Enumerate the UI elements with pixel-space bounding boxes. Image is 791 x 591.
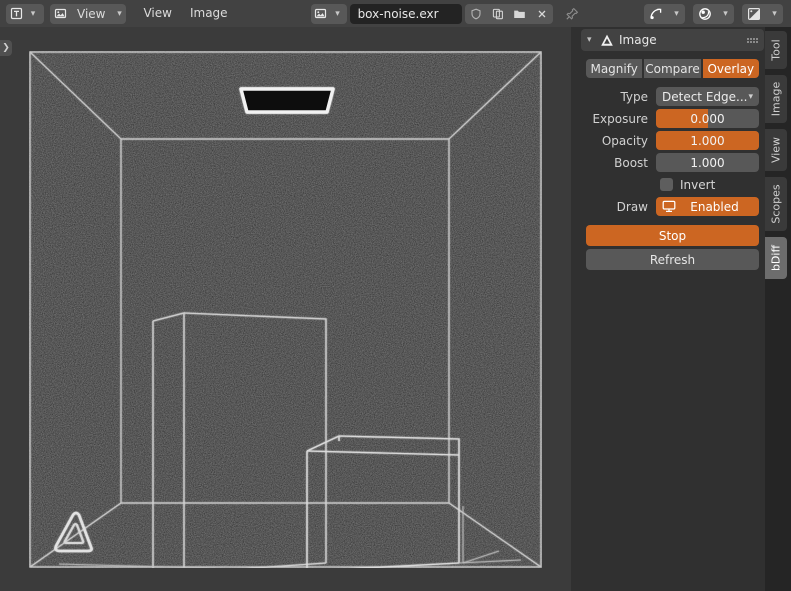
panel-title: Image [619, 33, 657, 47]
image-slot-toggle[interactable] [693, 3, 717, 24]
editor-header: ▾ View ▾ View Image ▾ box-noise.exr ▾ ▾ … [0, 0, 791, 27]
ceiling-light [239, 87, 335, 114]
exposure-row: Exposure 0.000 [586, 109, 759, 128]
editor-mode-label: View [77, 6, 106, 21]
pin-icon [565, 7, 578, 20]
draw-toggle[interactable]: Enabled [656, 197, 759, 216]
chevron-right-icon[interactable]: ❯ [0, 40, 12, 56]
vtab-image[interactable]: Image [765, 75, 787, 123]
menu-view[interactable]: View [134, 0, 180, 27]
vtab-view-label: View [769, 136, 783, 164]
chevron-down-icon: ▾ [30, 8, 36, 19]
opacity-row: Opacity 1.000 [586, 131, 759, 150]
display-channels-toggle[interactable] [644, 3, 668, 24]
draw-row: Draw Enabled [586, 197, 759, 216]
chevron-down-icon: ▾ [335, 8, 340, 19]
type-row: Type Detect Edge... ▾ [586, 87, 759, 106]
shield-icon [471, 8, 481, 19]
image-slot-chevron[interactable]: ▾ [717, 3, 734, 24]
image-canvas-area[interactable]: ❯ [0, 27, 571, 591]
image-datablock-icon [311, 4, 331, 24]
image-datablock-browse[interactable]: ▾ [310, 3, 347, 24]
opacity-slider[interactable]: 1.000 [656, 131, 759, 150]
vtab-tool-label: Tool [769, 39, 783, 61]
chevron-down-icon: ▾ [748, 91, 753, 102]
drag-grip-icon[interactable] [747, 37, 758, 43]
type-value: Detect Edge... [662, 89, 748, 104]
chevron-down-icon[interactable]: ▾ [587, 35, 600, 45]
stop-button[interactable]: Stop [586, 225, 759, 246]
color-management-icon [699, 7, 711, 20]
draw-label: Draw [616, 199, 648, 214]
image-panel: ▾ Image Magnify Compare Overlay Type Det… [581, 29, 764, 270]
vtab-bdiff-label: bDiff [769, 244, 783, 272]
monitor-icon [662, 200, 676, 213]
fake-user-button[interactable] [464, 3, 487, 24]
edge-detect-render [29, 51, 542, 568]
close-x-icon [538, 10, 546, 17]
invert-label: Invert [680, 177, 716, 192]
chevron-down-icon: ▾ [117, 8, 122, 19]
vtab-scopes-label: Scopes [769, 184, 783, 224]
editor-type-selector[interactable]: ▾ [6, 3, 44, 24]
refresh-button[interactable]: Refresh [586, 249, 759, 270]
panel-body: Magnify Compare Overlay Type Detect Edge… [581, 51, 764, 270]
boost-row: Boost 1.000 [586, 153, 759, 172]
editor-mode-selector[interactable]: View ▾ [50, 3, 127, 24]
exposure-slider[interactable]: 0.000 [656, 109, 759, 128]
unlink-image-button[interactable] [530, 3, 553, 24]
invert-checkbox[interactable] [660, 178, 673, 191]
menu-image[interactable]: Image [181, 0, 237, 27]
overlay-chevron[interactable]: ▾ [766, 3, 783, 24]
tab-magnify[interactable]: Magnify [586, 59, 643, 78]
sidebar: ▾ Image Magnify Compare Overlay Type Det… [571, 27, 791, 591]
exposure-label: Exposure [592, 111, 648, 126]
boost-value: 1.000 [690, 155, 725, 170]
open-image-button[interactable] [508, 3, 531, 24]
uv-image-editor-icon [6, 4, 26, 24]
chevron-down-icon: ▾ [674, 8, 679, 19]
display-channels-chevron[interactable]: ▾ [668, 3, 685, 24]
overlay-toggle[interactable] [742, 3, 766, 24]
chevron-down-icon: ▾ [723, 8, 728, 19]
opacity-value: 1.000 [690, 133, 725, 148]
rendered-image [29, 51, 542, 568]
opacity-label: Opacity [601, 133, 648, 148]
pin-button[interactable] [563, 7, 581, 21]
mode-tabs: Magnify Compare Overlay [586, 59, 759, 78]
sidebar-category-tabs: Tool Image View Scopes bDiff [765, 27, 791, 591]
invert-row[interactable]: Invert [586, 175, 759, 194]
boost-slider[interactable]: 1.000 [656, 153, 759, 172]
type-dropdown[interactable]: Detect Edge... ▾ [656, 87, 759, 106]
vtab-view[interactable]: View [765, 129, 787, 171]
chevron-down-icon: ▾ [772, 8, 777, 19]
image-editor-window: ▾ View ▾ View Image ▾ box-noise.exr ▾ ▾ … [0, 0, 791, 591]
exposure-value: 0.000 [690, 111, 725, 126]
vtab-image-label: Image [769, 81, 783, 117]
boost-label: Boost [614, 155, 648, 170]
render-pass-icon [650, 8, 662, 19]
tab-overlay[interactable]: Overlay [702, 59, 759, 78]
vtab-tool[interactable]: Tool [765, 31, 787, 69]
overlays-icon [748, 7, 761, 20]
new-image-button[interactable] [486, 3, 509, 24]
image-icon [50, 4, 70, 24]
panel-header[interactable]: ▾ Image [581, 29, 764, 51]
vtab-bdiff[interactable]: bDiff [765, 237, 787, 279]
triangle-logo-icon [600, 33, 614, 47]
copy-icon [492, 8, 503, 19]
type-label: Type [620, 89, 648, 104]
image-name-field[interactable]: box-noise.exr [349, 3, 462, 24]
tab-compare[interactable]: Compare [644, 59, 701, 78]
folder-icon [514, 10, 525, 18]
vtab-scopes[interactable]: Scopes [765, 177, 787, 231]
draw-value: Enabled [690, 199, 739, 214]
